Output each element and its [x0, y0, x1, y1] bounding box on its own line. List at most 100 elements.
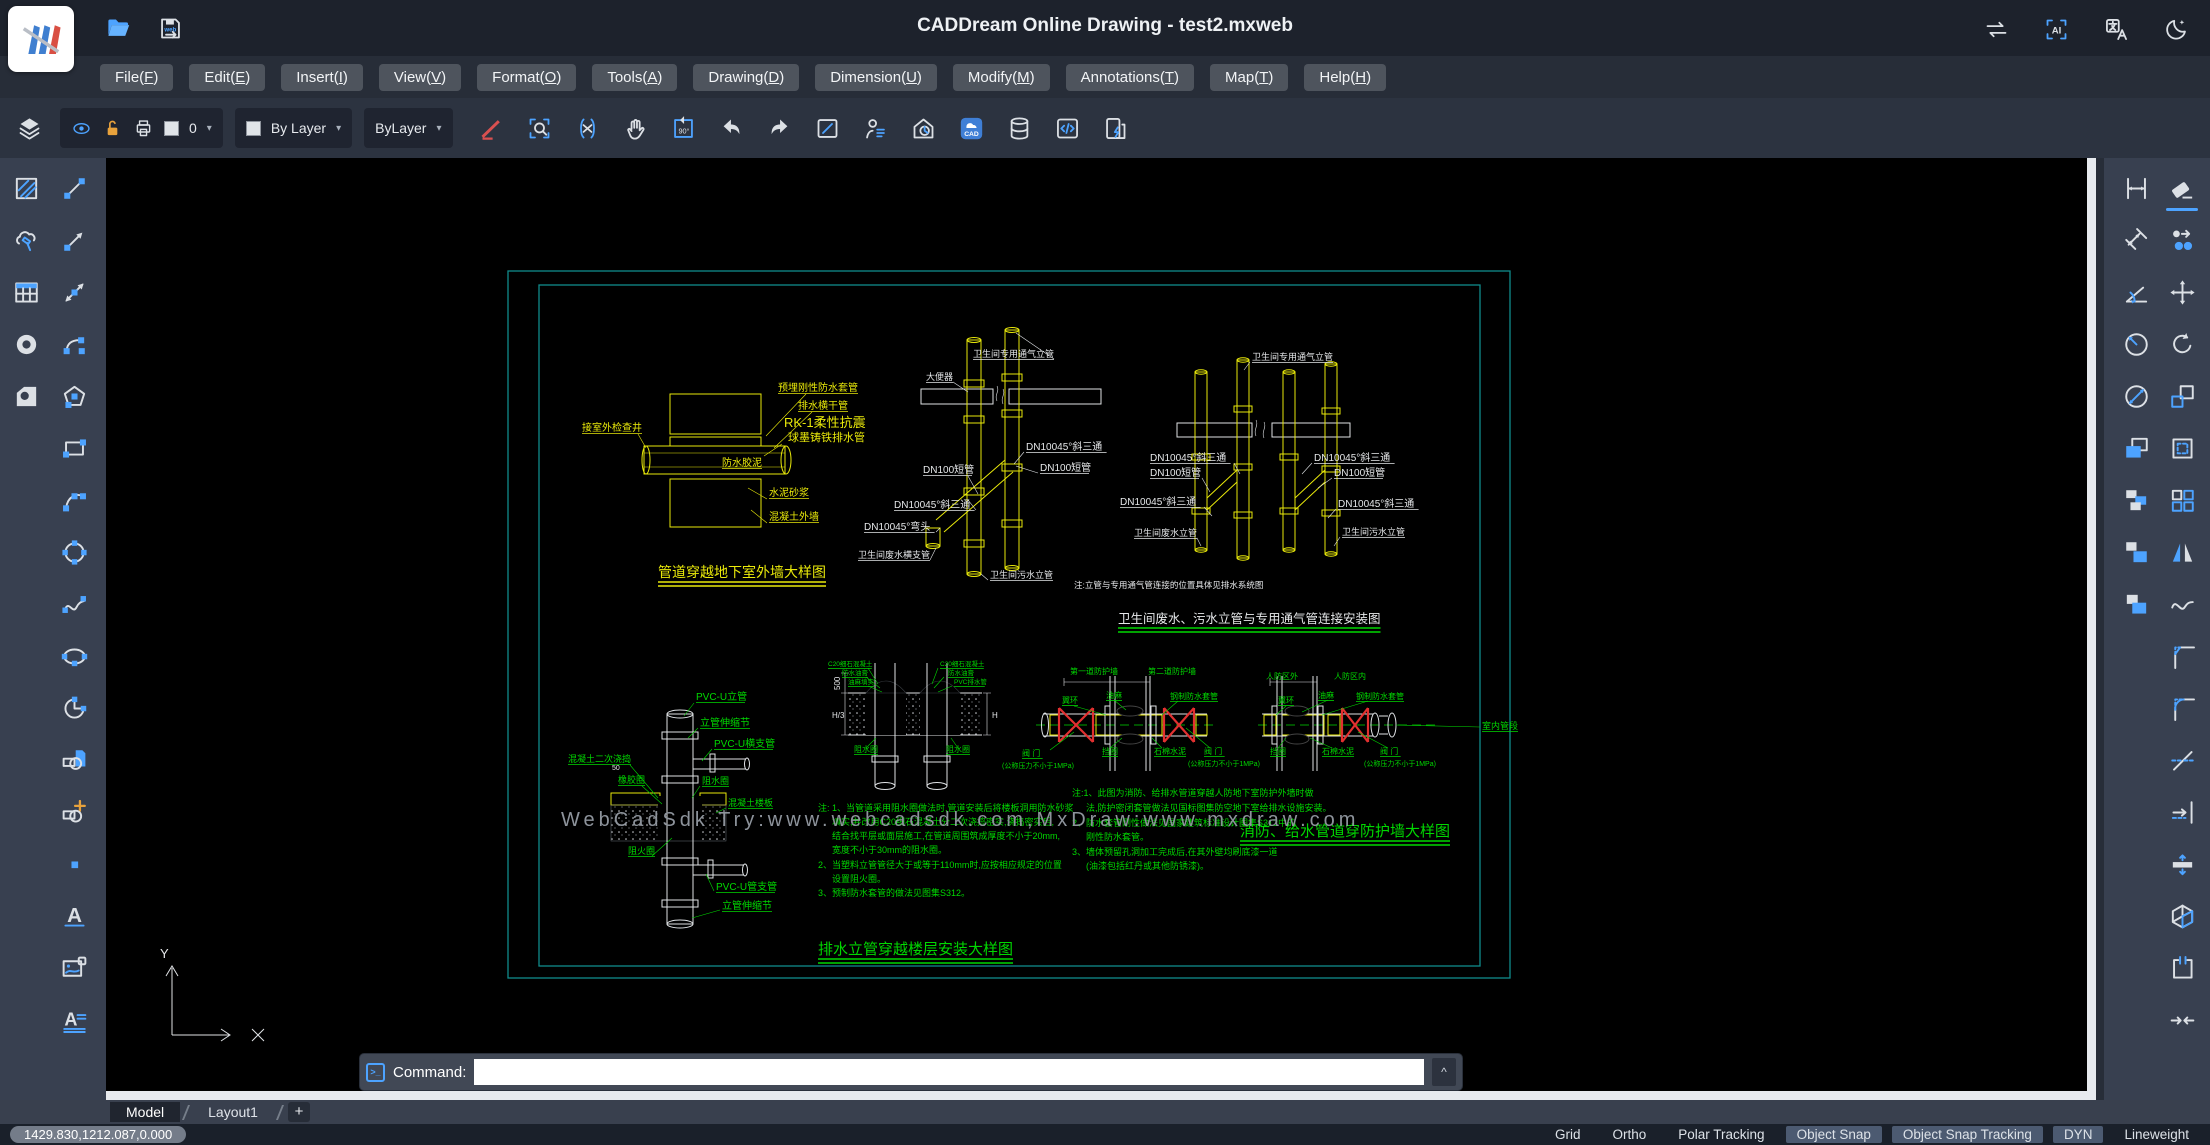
- offset-tool[interactable]: [2118, 534, 2154, 570]
- line-tool[interactable]: [56, 170, 92, 206]
- zoom-window-button[interactable]: [521, 109, 559, 147]
- tab-model[interactable]: Model: [110, 1102, 180, 1122]
- vertical-scrollbar[interactable]: [2087, 158, 2096, 1100]
- rotate-view-button[interactable]: 90°: [665, 109, 703, 147]
- hatch-tool[interactable]: [8, 170, 44, 206]
- move-tool[interactable]: [2164, 274, 2200, 310]
- break-tool[interactable]: [2164, 950, 2200, 986]
- dim-diameter-tool[interactable]: [2118, 378, 2154, 414]
- layer-color-swatch[interactable]: [164, 121, 179, 136]
- copy-multiple-tool[interactable]: [2118, 482, 2154, 518]
- construction-line-tool[interactable]: [56, 274, 92, 310]
- ellipse-tool[interactable]: [56, 638, 92, 674]
- elliptical-arc-tool[interactable]: [56, 690, 92, 726]
- lengthen-tool[interactable]: [2164, 846, 2200, 882]
- sync-button[interactable]: [1980, 13, 2012, 45]
- trim-tool[interactable]: [2164, 742, 2200, 778]
- menu-format[interactable]: Format(O): [477, 64, 576, 91]
- revision-cloud-tool[interactable]: [8, 222, 44, 258]
- edit-spline-tool[interactable]: [2164, 586, 2200, 622]
- status-object-snap-tracking[interactable]: Object Snap Tracking: [1892, 1126, 2043, 1143]
- cad-drawing[interactable]: 预埋刚性防水套管排水横干管RK-1柔性抗震球墨铸铁排水管防水胶泥水泥砂浆混凝土外…: [106, 158, 2096, 1100]
- status-polar-tracking[interactable]: Polar Tracking: [1667, 1126, 1775, 1143]
- sketch-button[interactable]: [473, 109, 511, 147]
- menu-dimension[interactable]: Dimension(U): [815, 64, 937, 91]
- fillet-tool[interactable]: [2164, 690, 2200, 726]
- home-design-button[interactable]: [905, 109, 943, 147]
- copy-tool[interactable]: [2118, 430, 2154, 466]
- command-input[interactable]: [474, 1059, 1424, 1085]
- layer-panel[interactable]: 0 ▾: [60, 108, 223, 148]
- device-sync-button[interactable]: [1097, 109, 1135, 147]
- mirror-tool[interactable]: [2164, 534, 2200, 570]
- chevron-down-icon[interactable]: ▾: [336, 123, 341, 134]
- menu-help[interactable]: Help(H): [1304, 64, 1386, 91]
- dim-linear-tool[interactable]: [2118, 170, 2154, 206]
- dim-aligned-tool[interactable]: [2118, 222, 2154, 258]
- color-dropdown[interactable]: By Layer ▾: [235, 108, 352, 148]
- night-mode-button[interactable]: [2160, 13, 2192, 45]
- rectangle-tool[interactable]: [56, 430, 92, 466]
- tab-layout1[interactable]: Layout1: [192, 1102, 274, 1122]
- undo-button[interactable]: [713, 109, 751, 147]
- image-tool[interactable]: [56, 950, 92, 986]
- dim-radius-tool[interactable]: [2118, 326, 2154, 362]
- chevron-down-icon[interactable]: ▾: [436, 123, 441, 134]
- spline-tool[interactable]: [56, 586, 92, 622]
- pan-button[interactable]: [617, 109, 655, 147]
- view-3d-tool[interactable]: [2164, 898, 2200, 934]
- menu-file[interactable]: File(F): [100, 64, 173, 91]
- polygon-tool[interactable]: [56, 378, 92, 414]
- single-text-tool[interactable]: A: [56, 898, 92, 934]
- viewport-button[interactable]: [809, 109, 847, 147]
- layer-print-icon[interactable]: [133, 118, 154, 139]
- drawing-area[interactable]: 预埋刚性防水套管排水横干管RK-1柔性抗震球墨铸铁排水管防水胶泥水泥砂浆混凝土外…: [106, 158, 2096, 1100]
- donut-tool[interactable]: [8, 326, 44, 362]
- multiline-text-tool[interactable]: A: [56, 1002, 92, 1038]
- database-button[interactable]: [1001, 109, 1039, 147]
- menu-view[interactable]: View(V): [379, 64, 461, 91]
- code-editor-button[interactable]: [1049, 109, 1087, 147]
- join-tool[interactable]: [2164, 1002, 2200, 1038]
- offset-multiple-tool[interactable]: [2118, 586, 2154, 622]
- app-logo[interactable]: [8, 6, 74, 72]
- chamfer-tool[interactable]: [2164, 638, 2200, 674]
- create-block-tool[interactable]: [56, 794, 92, 830]
- status-lineweight[interactable]: Lineweight: [2113, 1126, 2200, 1143]
- ray-tool[interactable]: [56, 222, 92, 258]
- array-tool[interactable]: [2164, 482, 2200, 518]
- stretch-tool[interactable]: [2164, 430, 2200, 466]
- status-dyn[interactable]: DYN: [2053, 1126, 2104, 1143]
- layer-visibility-icon[interactable]: [71, 118, 92, 139]
- table-tool[interactable]: [8, 274, 44, 310]
- insert-block-tool[interactable]: [56, 742, 92, 778]
- extend-tool[interactable]: [2164, 794, 2200, 830]
- layer-lock-icon[interactable]: [102, 118, 123, 139]
- menu-tools[interactable]: Tools(A): [592, 64, 677, 91]
- horizontal-scrollbar[interactable]: [106, 1091, 2087, 1100]
- redo-button[interactable]: [761, 109, 799, 147]
- zoom-extents-button[interactable]: [569, 109, 607, 147]
- circle-tool[interactable]: [56, 534, 92, 570]
- status-object-snap[interactable]: Object Snap: [1786, 1126, 1882, 1143]
- menu-annotations[interactable]: Annotations(T): [1066, 64, 1194, 91]
- menu-insert[interactable]: Insert(I): [281, 64, 363, 91]
- region-tool[interactable]: [8, 378, 44, 414]
- linetype-dropdown[interactable]: ByLayer ▾: [364, 108, 452, 148]
- menu-edit[interactable]: Edit(E): [189, 64, 265, 91]
- arc-tool[interactable]: [56, 482, 92, 518]
- menu-modify[interactable]: Modify(M): [953, 64, 1050, 91]
- menu-drawing[interactable]: Drawing(D): [693, 64, 799, 91]
- chevron-down-icon[interactable]: ▾: [207, 123, 212, 134]
- command-history-toggle[interactable]: ^: [1432, 1058, 1456, 1086]
- ai-recognize-button[interactable]: AI: [2040, 13, 2072, 45]
- point-tool[interactable]: [56, 846, 92, 882]
- status-grid[interactable]: Grid: [1544, 1126, 1592, 1143]
- layers-button[interactable]: [10, 109, 48, 147]
- match-properties-tool[interactable]: [2164, 222, 2200, 258]
- translate-button[interactable]: [2100, 13, 2132, 45]
- menu-map[interactable]: Map(T): [1210, 64, 1288, 91]
- add-layout-button[interactable]: +: [288, 1102, 310, 1122]
- open-folder-button[interactable]: [102, 12, 134, 44]
- dim-angular-tool[interactable]: [2118, 274, 2154, 310]
